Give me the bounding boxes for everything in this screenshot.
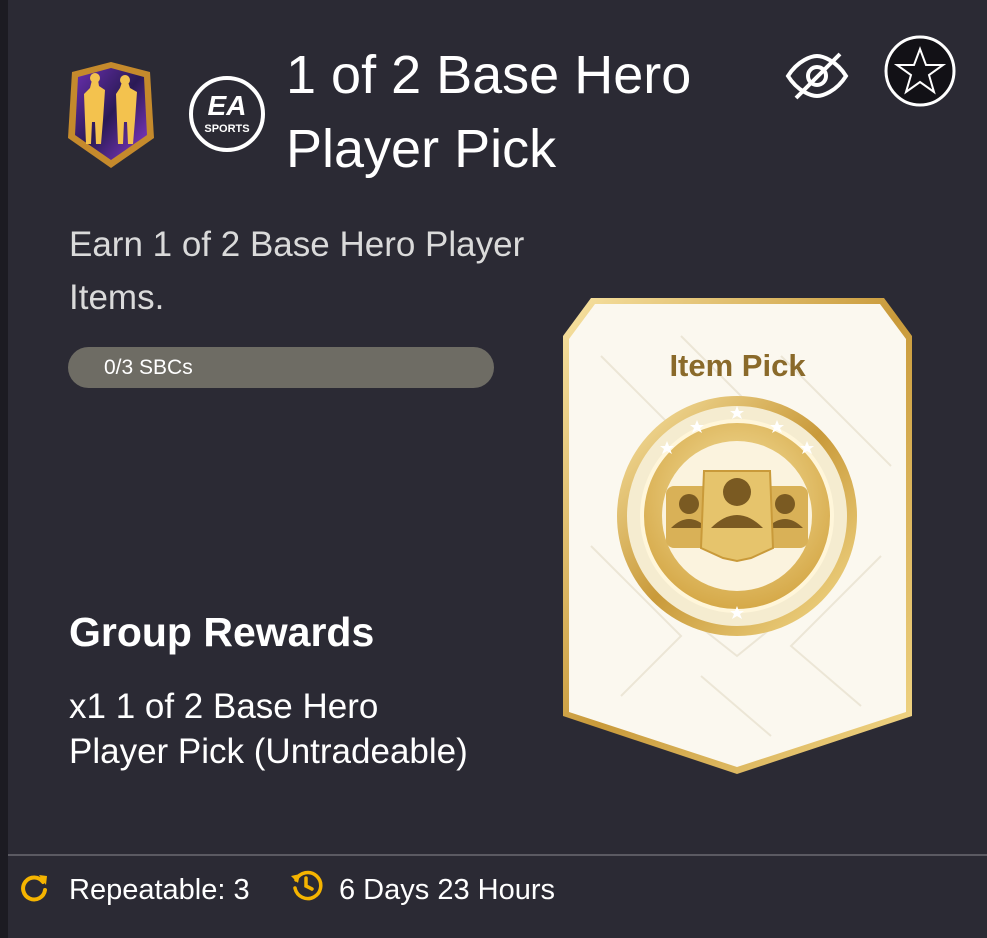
history-clock-icon <box>291 870 323 901</box>
panel-edge <box>0 0 8 938</box>
sbc-progress-bar: 0/3 SBCs <box>68 347 494 388</box>
ea-sports-logo: EA SPORTS <box>189 76 265 152</box>
favorite-star-button[interactable] <box>884 35 956 107</box>
group-rewards-title: Group Rewards <box>69 609 375 655</box>
repeatable-label: Repeatable: 3 <box>69 874 250 906</box>
hide-eye-icon[interactable] <box>782 48 852 104</box>
svg-text:SPORTS: SPORTS <box>204 123 249 135</box>
time-remaining-label: 6 Days 23 Hours <box>339 874 555 906</box>
page-title: 1 of 2 Base Hero Player Pick <box>286 45 692 179</box>
repeat-icon <box>21 875 47 902</box>
challenge-description: Earn 1 of 2 Base Hero Player Items. <box>69 225 525 317</box>
item-pick-label: Item Pick <box>669 348 806 383</box>
reward-description: x1 1 of 2 Base Hero Player Pick (Untrade… <box>69 687 468 771</box>
hero-crest-icon <box>68 62 154 168</box>
svg-text:EA: EA <box>208 90 247 121</box>
progress-label: 0/3 SBCs <box>104 356 193 379</box>
